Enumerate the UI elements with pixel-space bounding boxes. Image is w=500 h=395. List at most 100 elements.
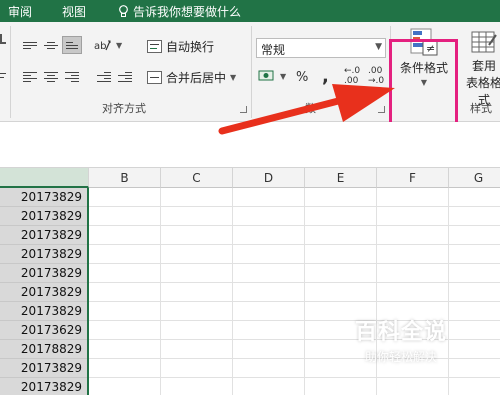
column-header-g[interactable]: G xyxy=(449,168,500,188)
cell[interactable] xyxy=(233,245,305,264)
increase-indent-button[interactable] xyxy=(115,68,135,86)
cell[interactable] xyxy=(449,283,500,302)
merge-center-button[interactable]: 合并后居中 ▼ xyxy=(147,69,236,86)
cell[interactable] xyxy=(449,226,500,245)
cell-a[interactable]: 20173829 xyxy=(0,207,88,226)
cell[interactable] xyxy=(89,378,161,395)
cell[interactable] xyxy=(233,321,305,340)
cell[interactable] xyxy=(305,207,377,226)
cell-a[interactable]: 20173829 xyxy=(0,264,88,283)
cell[interactable] xyxy=(161,321,233,340)
cell[interactable] xyxy=(377,226,449,245)
cell[interactable] xyxy=(89,321,161,340)
column-header-f[interactable]: F xyxy=(377,168,449,188)
percent-button[interactable]: % xyxy=(296,70,308,85)
cell[interactable] xyxy=(89,359,161,378)
cell[interactable] xyxy=(233,226,305,245)
column-header-e[interactable]: E xyxy=(305,168,377,188)
cell-a[interactable]: 20173829 xyxy=(0,226,88,245)
format-as-table-button[interactable]: 套用 表格格式 xyxy=(462,26,500,108)
cell[interactable] xyxy=(233,378,305,395)
cell[interactable] xyxy=(233,283,305,302)
format-as-table-label-1: 套用 xyxy=(471,59,496,73)
cell[interactable] xyxy=(305,226,377,245)
currency-icon xyxy=(258,70,274,81)
cell[interactable] xyxy=(161,359,233,378)
number-group-label: 数 xyxy=(305,102,316,115)
cell[interactable] xyxy=(305,188,377,207)
tab-review[interactable]: 审阅 xyxy=(8,3,32,20)
number-format-select[interactable]: 常规 ▼ xyxy=(256,38,386,58)
tab-view[interactable]: 视图 xyxy=(62,3,86,20)
cell[interactable] xyxy=(449,207,500,226)
cell[interactable] xyxy=(161,340,233,359)
cell[interactable] xyxy=(89,340,161,359)
accounting-format-button[interactable]: ▼ xyxy=(258,69,286,83)
cell[interactable] xyxy=(305,245,377,264)
cell[interactable] xyxy=(449,264,500,283)
cell-a[interactable]: 20173629 xyxy=(0,321,88,340)
number-launcher-icon[interactable] xyxy=(378,106,385,113)
cell[interactable] xyxy=(305,378,377,395)
cell[interactable] xyxy=(89,283,161,302)
cell[interactable] xyxy=(89,188,161,207)
cell-a[interactable]: 20173829 xyxy=(0,302,88,321)
cell[interactable] xyxy=(161,226,233,245)
cell[interactable] xyxy=(233,188,305,207)
cell[interactable] xyxy=(233,302,305,321)
cell[interactable] xyxy=(89,226,161,245)
cell[interactable] xyxy=(377,245,449,264)
decrease-decimal-button[interactable]: .00 →.0 xyxy=(368,66,384,86)
cell[interactable] xyxy=(161,207,233,226)
column-header-a[interactable] xyxy=(0,168,89,188)
cell[interactable] xyxy=(233,207,305,226)
cell[interactable] xyxy=(89,264,161,283)
cell-a[interactable]: 20173829 xyxy=(0,359,88,378)
column-header-d[interactable]: D xyxy=(233,168,305,188)
increase-decimal-button[interactable]: ←.0.00 xyxy=(344,66,360,86)
cell[interactable] xyxy=(449,378,500,395)
orientation-button[interactable]: ab ▼ xyxy=(94,38,122,52)
cell[interactable] xyxy=(449,188,500,207)
align-right-button[interactable] xyxy=(62,68,82,86)
cell[interactable] xyxy=(305,283,377,302)
cell[interactable] xyxy=(377,378,449,395)
cell[interactable] xyxy=(89,207,161,226)
cell[interactable] xyxy=(161,378,233,395)
wrap-text-button[interactable]: 自动换行 xyxy=(147,38,214,55)
cell[interactable] xyxy=(161,245,233,264)
align-center-button[interactable] xyxy=(41,68,61,86)
comma-button[interactable]: , xyxy=(322,66,329,87)
cell-a[interactable]: 20173829 xyxy=(0,378,88,395)
cell[interactable] xyxy=(305,264,377,283)
cell[interactable] xyxy=(161,302,233,321)
top-align-button[interactable] xyxy=(20,36,40,54)
cell-a[interactable]: 20178829 xyxy=(0,340,88,359)
tell-me-box[interactable]: 告诉我你想要做什么 xyxy=(118,3,241,20)
cell[interactable] xyxy=(161,283,233,302)
cell-a[interactable]: 20173829 xyxy=(0,283,88,302)
cell[interactable] xyxy=(233,359,305,378)
cell-a[interactable]: 20173829 xyxy=(0,188,88,207)
cell[interactable] xyxy=(161,264,233,283)
decrease-indent-button[interactable] xyxy=(94,68,114,86)
chevron-down-icon: ▼ xyxy=(116,40,123,50)
cell-a[interactable]: 20173829 xyxy=(0,245,88,264)
align-left-button[interactable] xyxy=(20,68,40,86)
cell[interactable] xyxy=(377,188,449,207)
alignment-launcher-icon[interactable] xyxy=(240,106,247,113)
bottom-align-button[interactable] xyxy=(62,36,82,54)
middle-align-button[interactable] xyxy=(41,36,61,54)
cell[interactable] xyxy=(161,188,233,207)
formula-bar-area[interactable] xyxy=(0,122,500,168)
cell[interactable] xyxy=(89,302,161,321)
column-header-c[interactable]: C xyxy=(161,168,233,188)
cell[interactable] xyxy=(89,245,161,264)
cell[interactable] xyxy=(377,264,449,283)
cell[interactable] xyxy=(233,264,305,283)
cell[interactable] xyxy=(377,207,449,226)
column-header-b[interactable]: B xyxy=(89,168,161,188)
cell[interactable] xyxy=(377,283,449,302)
cell[interactable] xyxy=(449,245,500,264)
cell[interactable] xyxy=(233,340,305,359)
